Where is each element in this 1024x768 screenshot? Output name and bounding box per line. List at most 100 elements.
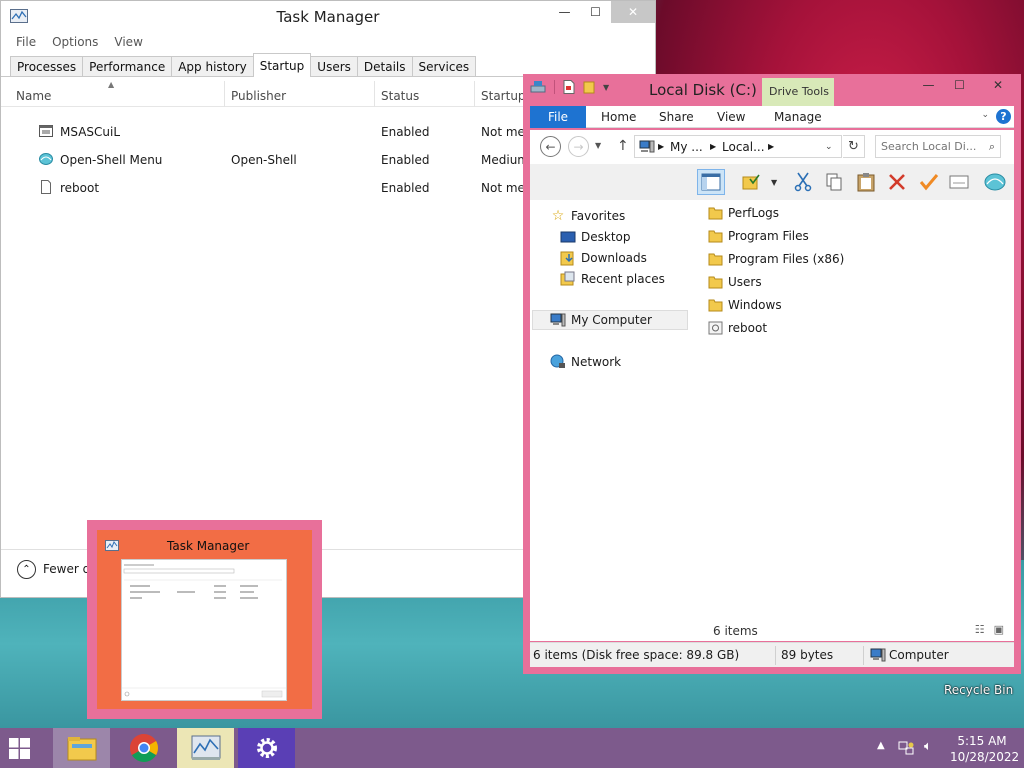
navigation-pane-button[interactable] xyxy=(697,169,725,195)
volume-icon[interactable]: 🔈︎ xyxy=(924,739,932,754)
recent-locations-icon[interactable]: ▼ xyxy=(595,141,601,150)
windows-start-icon[interactable] xyxy=(9,738,30,759)
taskbar-file-explorer[interactable] xyxy=(53,728,110,768)
column-separator[interactable] xyxy=(474,81,475,107)
email-button[interactable] xyxy=(945,169,973,195)
chevron-up-icon[interactable]: ⌃ xyxy=(17,560,36,579)
tab-app-history[interactable]: App history xyxy=(171,56,254,76)
breadcrumb-separator-icon[interactable]: ▶ xyxy=(710,142,716,151)
tab-startup[interactable]: Startup xyxy=(252,53,312,77)
nav-desktop[interactable]: Desktop xyxy=(560,227,631,247)
ribbon-tab-home[interactable]: Home xyxy=(601,110,636,124)
system-clock[interactable]: 5:15 AM 10/28/2022 xyxy=(950,733,1020,765)
tab-users[interactable]: Users xyxy=(310,56,358,76)
ribbon-tab-view[interactable]: View xyxy=(717,110,745,124)
tab-services[interactable]: Services xyxy=(411,56,477,76)
open-shell-icon xyxy=(984,173,1006,191)
forward-button[interactable]: → xyxy=(568,136,589,157)
column-name[interactable]: Name xyxy=(16,89,51,103)
tab-performance[interactable]: Performance xyxy=(82,56,173,76)
ribbon-tab-file[interactable]: File xyxy=(530,106,586,128)
column-separator[interactable] xyxy=(374,81,375,107)
taskbar-settings[interactable] xyxy=(238,728,295,768)
drive-icon[interactable] xyxy=(530,80,546,94)
tab-details[interactable]: Details xyxy=(356,56,413,76)
taskbar-task-manager[interactable] xyxy=(177,728,234,768)
maximize-button[interactable]: ☐ xyxy=(580,1,611,23)
explorer-window[interactable]: ▼ Local Disk (C:) Drive Tools — ☐ ✕ File… xyxy=(523,74,1021,674)
menu-file[interactable]: File xyxy=(16,35,36,49)
help-icon[interactable]: ? xyxy=(996,109,1011,124)
nav-network-label: Network xyxy=(571,355,622,369)
search-icon[interactable]: ⌕ xyxy=(989,140,995,154)
recycle-bin-label[interactable]: Recycle Bin xyxy=(944,683,1013,697)
column-status[interactable]: Status xyxy=(381,89,419,103)
status-disk-free: 6 items (Disk free space: 89.8 GB) xyxy=(533,648,740,662)
nav-recent-places[interactable]: Recent places xyxy=(560,269,665,289)
tab-processes[interactable]: Processes xyxy=(10,56,84,76)
list-item[interactable]: Program Files (x86) xyxy=(708,248,844,269)
large-icons-view-icon[interactable]: ▣ xyxy=(994,623,1004,636)
close-button[interactable]: ✕ xyxy=(611,1,655,23)
chevron-down-icon[interactable]: ⌄ xyxy=(981,110,989,120)
delete-button[interactable] xyxy=(883,169,911,195)
ribbon-tab-manage[interactable]: Manage xyxy=(774,110,822,124)
folder-options-button[interactable] xyxy=(738,169,766,195)
chevron-down-icon[interactable]: ▼ xyxy=(771,178,777,187)
script-file-icon xyxy=(708,321,723,334)
thumbnail-frame[interactable]: Task Manager xyxy=(97,530,312,709)
breadcrumb-local-disk[interactable]: Local... xyxy=(722,140,765,154)
minimize-button[interactable]: — xyxy=(913,74,944,96)
maximize-button[interactable]: ☐ xyxy=(944,74,975,96)
file-name: Program Files xyxy=(728,228,809,243)
refresh-button[interactable]: ↻ xyxy=(843,135,865,158)
ribbon-tab-share[interactable]: Share xyxy=(659,110,694,124)
nav-my-computer[interactable]: My Computer xyxy=(532,310,688,330)
back-button[interactable]: ← xyxy=(540,136,561,157)
nav-network[interactable]: Network xyxy=(550,352,621,372)
cut-button[interactable] xyxy=(789,169,817,195)
menu-options[interactable]: Options xyxy=(52,35,98,49)
breadcrumb-my-computer[interactable]: My ... xyxy=(670,140,703,154)
search-box[interactable]: ⌕ xyxy=(875,135,1001,158)
taskbar-thumbnail-preview[interactable]: Task Manager xyxy=(87,520,322,719)
task-manager-titlebar[interactable]: Task Manager — ☐ ✕ xyxy=(1,1,655,31)
clock-date: 10/28/2022 xyxy=(950,750,1020,764)
up-arrow-icon[interactable]: ↑ xyxy=(617,138,629,154)
explorer-titlebar[interactable]: ▼ Local Disk (C:) Drive Tools — ☐ ✕ xyxy=(530,74,1014,106)
column-separator[interactable] xyxy=(224,81,225,107)
network-tray-icon[interactable] xyxy=(898,741,914,756)
properties-button[interactable] xyxy=(915,169,943,195)
list-item[interactable]: reboot xyxy=(708,317,767,338)
list-item[interactable]: PerfLogs xyxy=(708,202,779,223)
breadcrumb-separator-icon[interactable]: ▶ xyxy=(658,142,664,151)
show-hidden-icons-icon[interactable]: ▲ xyxy=(877,740,885,751)
file-list[interactable]: PerfLogs Program Files Program Files (x8… xyxy=(698,200,1014,641)
paste-button[interactable] xyxy=(852,169,880,195)
app-window-icon xyxy=(39,125,53,137)
close-button[interactable]: ✕ xyxy=(975,74,1021,96)
search-input[interactable] xyxy=(881,137,981,156)
open-shell-settings-button[interactable] xyxy=(981,169,1009,195)
new-folder-icon[interactable] xyxy=(583,80,595,94)
nav-favorites[interactable]: ☆ Favorites xyxy=(550,206,626,226)
column-publisher[interactable]: Publisher xyxy=(231,89,286,103)
customize-toolbar-icon[interactable]: ▼ xyxy=(603,83,609,92)
classic-toolbar: ▼ xyxy=(530,164,1014,200)
address-bar-row: ← → ▼ ↑ ▶ My ... ▶ Local... ▶ ⌄ ↻ ⌕ xyxy=(530,130,1014,164)
network-globe-icon xyxy=(550,354,565,368)
list-item[interactable]: Program Files xyxy=(708,225,809,246)
list-item[interactable]: Users xyxy=(708,271,762,292)
copy-button[interactable] xyxy=(820,169,848,195)
nav-downloads[interactable]: Downloads xyxy=(560,248,647,268)
taskbar-chrome[interactable] xyxy=(115,728,172,768)
chevron-down-icon[interactable]: ⌄ xyxy=(825,142,833,152)
address-bar[interactable]: ▶ My ... ▶ Local... ▶ ⌄ xyxy=(634,135,842,158)
menu-view[interactable]: View xyxy=(114,35,142,49)
details-view-icon[interactable]: ☷ xyxy=(975,623,985,636)
minimize-button[interactable]: — xyxy=(549,1,580,23)
properties-icon[interactable] xyxy=(563,80,575,94)
list-item[interactable]: Windows xyxy=(708,294,782,315)
quick-access-toolbar: ▼ xyxy=(530,80,609,94)
breadcrumb-separator-icon[interactable]: ▶ xyxy=(768,142,774,151)
